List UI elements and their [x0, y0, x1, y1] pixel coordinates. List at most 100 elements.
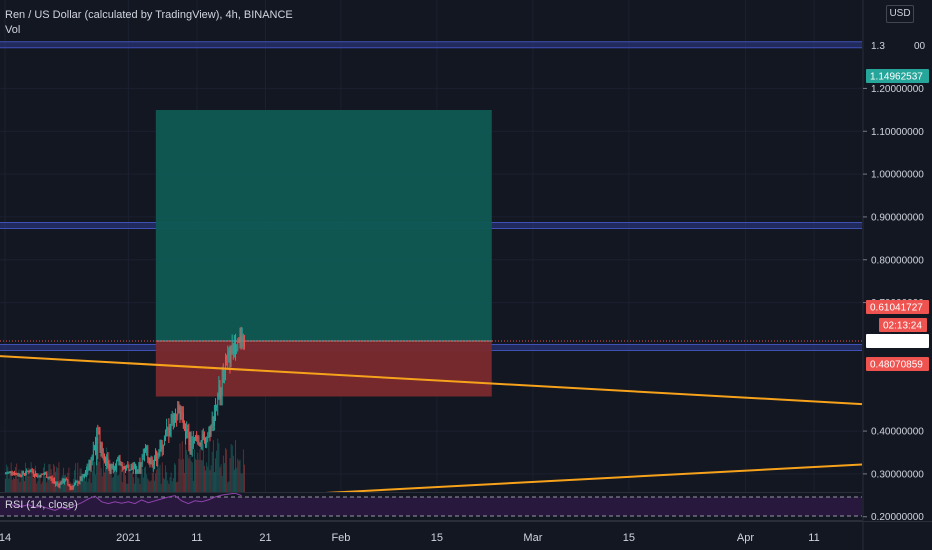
- volume-bar: [237, 458, 239, 492]
- candle-body: [99, 434, 101, 449]
- candle-body: [204, 439, 205, 441]
- candle-body: [242, 336, 244, 343]
- candle-body: [205, 443, 206, 447]
- rsi-legend[interactable]: RSI (14, close): [5, 499, 78, 511]
- volume-bar: [160, 483, 162, 492]
- candle-body: [202, 434, 204, 440]
- volume-bar: [211, 451, 213, 492]
- volume-bar: [156, 469, 158, 492]
- volume-bar: [108, 452, 110, 492]
- candle-body: [39, 475, 41, 478]
- candle-body: [44, 474, 45, 475]
- volume-legend[interactable]: Vol: [5, 24, 20, 36]
- candle-body: [68, 484, 70, 487]
- volume-bar: [207, 466, 209, 492]
- candle-body: [212, 417, 214, 426]
- rsi-pane: [0, 492, 862, 521]
- volume-bar: [87, 482, 89, 492]
- price-tag-label: 0.60500056: [870, 337, 923, 348]
- volume-bar: [16, 463, 18, 492]
- volume-bar: [220, 464, 222, 492]
- long-position-tool: [0, 110, 862, 397]
- candle-body: [236, 348, 238, 353]
- candle-body: [109, 467, 111, 472]
- candle-body: [122, 467, 124, 470]
- price-tick-label: 0.30000000: [871, 469, 924, 480]
- candle-body: [200, 441, 202, 445]
- volume-bar: [47, 470, 49, 492]
- volume-bar: [12, 477, 14, 492]
- volume-bar: [212, 440, 214, 492]
- candle-body: [108, 465, 110, 468]
- volume-bar: [184, 472, 185, 492]
- volume-bar: [149, 481, 151, 492]
- price-tag-label: 02:13:24: [883, 321, 922, 332]
- candle-body: [227, 352, 229, 359]
- volume-bar: [195, 459, 196, 492]
- volume-bar: [177, 481, 179, 492]
- candle-body: [188, 431, 190, 446]
- candle-body: [148, 458, 150, 463]
- volume-bar: [142, 477, 144, 492]
- volume-bar: [148, 480, 150, 492]
- candle-body: [186, 429, 188, 438]
- volume-bar: [230, 444, 232, 492]
- volume-bar: [104, 472, 105, 492]
- volume-bar: [24, 481, 25, 492]
- time-tick-label: Feb: [331, 532, 350, 544]
- volume-bar: [29, 476, 31, 492]
- candle-body: [92, 450, 94, 458]
- volume-bar: [95, 474, 96, 492]
- volume-bar: [218, 443, 220, 492]
- price-tick-label: 1.10000000: [871, 127, 924, 138]
- volume-bar: [82, 475, 84, 492]
- volume-bar: [158, 467, 160, 492]
- volume-bar: [191, 462, 193, 492]
- time-tick-label: 15: [623, 532, 635, 544]
- candle-body: [194, 437, 195, 439]
- candle-body: [69, 486, 71, 488]
- volume-bar: [100, 468, 102, 492]
- volume-bar: [242, 449, 244, 492]
- volume-bar: [157, 464, 159, 492]
- candle-body: [222, 369, 224, 383]
- price-tick-label: 0.80000000: [871, 255, 924, 266]
- time-tick-label: Apr: [737, 532, 754, 544]
- candle-body: [94, 446, 95, 451]
- price-chart[interactable]: 1.20000000 1.10000000 1.00000000 0.90000000…: [0, 0, 932, 550]
- volume-bar: [41, 481, 43, 492]
- volume-bar: [141, 468, 143, 492]
- volume-bar: [19, 482, 21, 492]
- candle-body: [147, 446, 149, 459]
- volume-bar: [172, 478, 174, 492]
- candle-body: [228, 350, 230, 353]
- volume-bar: [91, 471, 93, 492]
- volume-bar: [241, 473, 243, 492]
- candle-body: [42, 474, 44, 475]
- candle-body: [7, 472, 9, 474]
- candle-body: [181, 412, 183, 414]
- volume-bar: [202, 444, 204, 492]
- volume-bar: [31, 473, 33, 492]
- volume-bar: [30, 462, 32, 492]
- volume-bar: [219, 467, 221, 492]
- candle-body: [176, 415, 178, 417]
- candle-body: [180, 412, 182, 419]
- candle-body: [129, 469, 131, 471]
- candle-body: [52, 480, 54, 482]
- candle-body: [178, 407, 180, 410]
- candle-body: [184, 428, 185, 430]
- volume-bar: [216, 450, 218, 492]
- candle-body: [164, 437, 165, 445]
- candle-body: [185, 426, 186, 438]
- candle-body: [37, 475, 39, 477]
- candle-body: [64, 481, 65, 483]
- candle-body: [72, 485, 74, 489]
- volume-bar: [10, 462, 12, 492]
- volume-bar: [170, 472, 172, 492]
- candle-body: [70, 486, 72, 489]
- volume-bar: [14, 478, 15, 492]
- candle-body: [175, 413, 176, 416]
- currency-button[interactable]: USD: [886, 5, 914, 23]
- volume-bar: [117, 475, 119, 492]
